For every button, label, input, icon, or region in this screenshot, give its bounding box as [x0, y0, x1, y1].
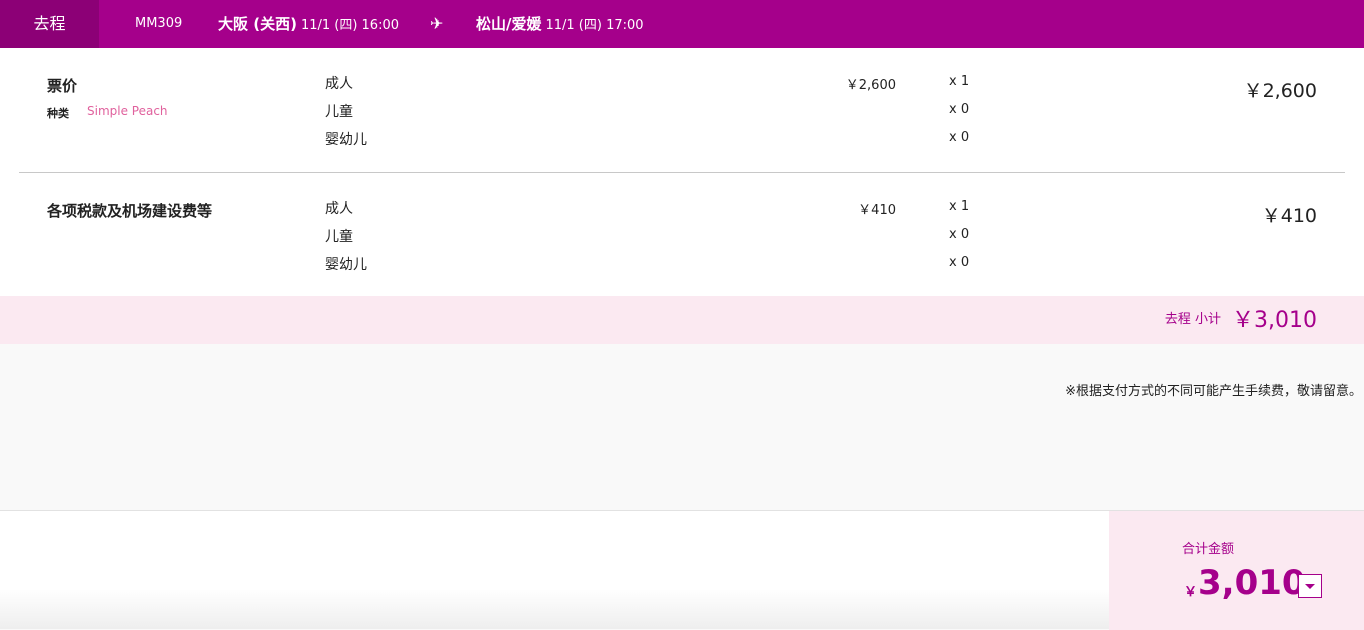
fare-row-adult-label: 成人	[325, 76, 353, 92]
footer-bar: 合计金额 ￥ 3,010	[0, 510, 1364, 630]
taxes-row-child-label: 儿童	[325, 229, 353, 245]
destination: 松山/爱媛 11/1 (四) 17:00	[476, 0, 644, 50]
footer-shadow	[0, 589, 1110, 629]
flight-header: 去程 MM309 大阪 (关西) 11/1 (四) 16:00 ✈ 松山/爱媛 11…	[0, 0, 1364, 48]
outbound-subtotal: 去程 小计 ￥3,010	[0, 296, 1364, 344]
taxes-row-child-qty: x 0	[949, 227, 970, 242]
fare-row-infant-qty: x 0	[949, 130, 970, 145]
origin-datetime: 11/1 (四) 16:00	[300, 18, 400, 33]
airplane-icon: ✈	[430, 14, 444, 33]
chevron-down-icon	[1305, 584, 1315, 589]
fare-row-child-label: 儿童	[325, 104, 353, 120]
subtotal-amount: ￥3,010	[1232, 308, 1317, 333]
destination-city: 松山/爱媛	[476, 15, 542, 33]
destination-datetime: 11/1 (四) 17:00	[545, 18, 644, 33]
grand-total-currency: ￥	[1184, 585, 1198, 600]
payment-fee-note: ※根据支付方式的不同可能产生手续费，敬请留意。	[1065, 384, 1362, 399]
fare-type-label: 种类	[47, 107, 69, 120]
taxes-total: ￥410	[1261, 205, 1317, 227]
grand-total-box: 合计金额 ￥ 3,010	[1109, 511, 1364, 630]
subtotal-label: 去程 小计	[1164, 312, 1221, 327]
taxes-row-adult-label: 成人	[325, 201, 353, 217]
origin-city: 大阪 (关西)	[218, 15, 297, 33]
fare-row-infant-label: 婴幼儿	[325, 132, 367, 148]
fare-row-child-qty: x 0	[949, 102, 970, 117]
grand-total-label: 合计金额	[1182, 542, 1235, 557]
fare-title: 票价	[47, 77, 78, 95]
fare-row-adult-qty: x 1	[949, 74, 970, 89]
tab-outbound[interactable]: 去程	[0, 0, 99, 48]
taxes-row-adult-qty: x 1	[949, 199, 970, 214]
taxes-row-infant-qty: x 0	[949, 255, 970, 270]
fare-row-adult-price: ￥2,600	[845, 78, 896, 93]
grand-total-amount: 3,010	[1198, 563, 1306, 603]
section-divider	[19, 172, 1345, 173]
fare-type-value: Simple Peach	[87, 104, 168, 118]
expand-total-button[interactable]	[1298, 574, 1322, 598]
taxes-row-adult-price: ￥410	[858, 203, 896, 218]
fare-total: ￥2,600	[1243, 80, 1317, 102]
origin: 大阪 (关西) 11/1 (四) 16:00	[218, 0, 399, 50]
price-breakdown: 票价 种类 Simple Peach 成人 ￥2,600 x 1 儿童 x 0 …	[0, 48, 1364, 296]
taxes-row-infant-label: 婴幼儿	[325, 257, 367, 273]
taxes-title: 各项税款及机场建设费等	[47, 202, 213, 220]
flight-number: MM309	[135, 16, 183, 31]
